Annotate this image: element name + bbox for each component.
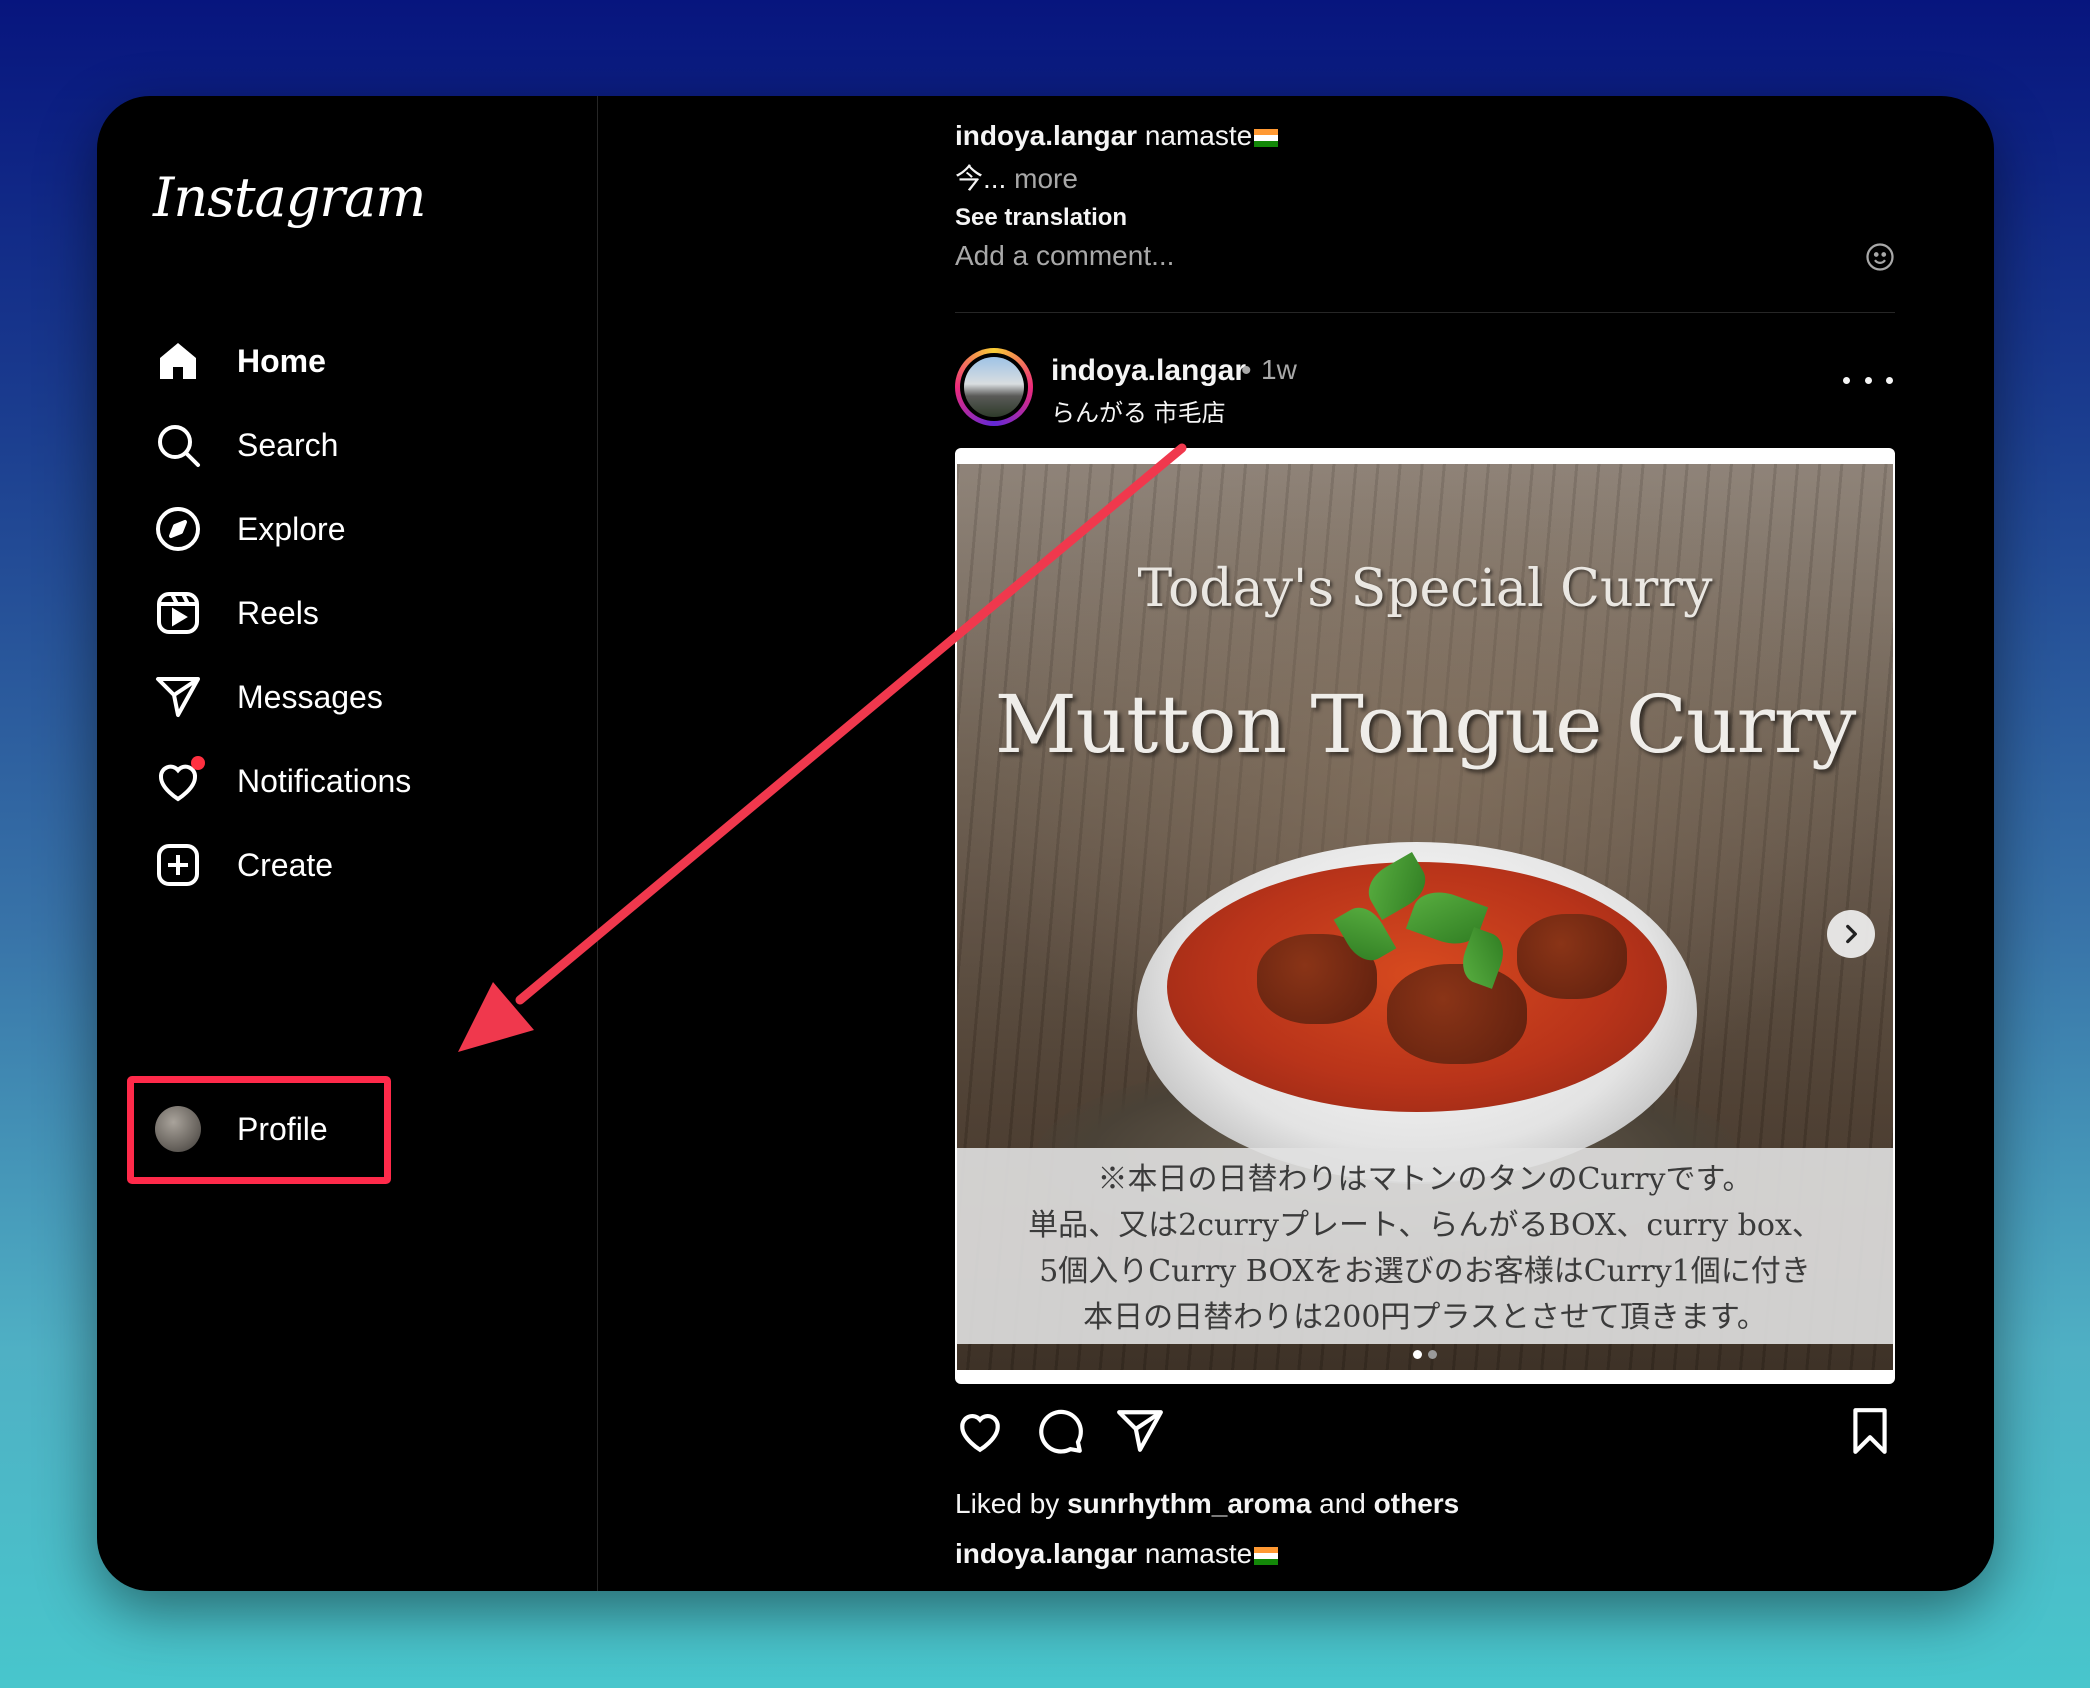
instagram-logo[interactable]: Instagram <box>153 166 426 229</box>
avatar <box>155 1106 201 1152</box>
caption-username[interactable]: indoya.langar <box>955 120 1137 151</box>
plus-square-icon <box>153 840 203 890</box>
liked-prefix: Liked by <box>955 1488 1060 1519</box>
sidebar-item-messages[interactable]: Messages <box>153 662 383 732</box>
caption-text: namaste <box>1144 1538 1253 1569</box>
sidebar-item-create[interactable]: Create <box>153 830 333 900</box>
likes-line: Liked by sunrhythm_aroma and others <box>955 1488 1459 1520</box>
sidebar-item-label: Search <box>237 426 339 463</box>
compass-icon <box>153 504 203 554</box>
post-actions <box>955 1406 1895 1462</box>
post-caption: indoya.langar namaste <box>955 1538 1279 1570</box>
sidebar-item-explore[interactable]: Explore <box>153 494 346 564</box>
chevron-right-icon <box>1846 924 1857 944</box>
carousel-next-button[interactable] <box>1827 910 1875 958</box>
caption-text: namaste <box>1144 120 1253 151</box>
sidebar-item-home[interactable]: Home <box>153 326 326 396</box>
sidebar-item-search[interactable]: Search <box>153 410 338 480</box>
post-time[interactable]: 1w <box>1261 354 1297 386</box>
sidebar-item-label: Profile <box>237 1110 328 1147</box>
post-media-frame: Today's Special Curry Mutton Tongue Curr… <box>955 448 1895 1384</box>
india-flag-icon <box>1254 1546 1279 1565</box>
post-location[interactable]: らんがる 市毛店 <box>1051 393 1226 428</box>
previous-post-caption: indoya.langar namaste <box>955 120 1279 152</box>
paper-plane-icon <box>153 672 203 722</box>
sidebar-item-profile[interactable]: Profile <box>153 1094 328 1164</box>
comment-icon[interactable] <box>1035 1406 1085 1456</box>
sidebar-item-label: Create <box>237 846 334 883</box>
meat-piece <box>1517 914 1627 999</box>
sidebar-item-label: Messages <box>237 678 383 715</box>
india-flag-icon <box>1254 128 1279 147</box>
like-heart-icon[interactable] <box>955 1406 1005 1456</box>
divider <box>955 312 1895 313</box>
carousel-dot-active <box>1413 1350 1422 1359</box>
liked-others[interactable]: others <box>1374 1488 1460 1519</box>
sidebar-item-label: Notifications <box>237 762 412 799</box>
more-options-icon[interactable] <box>1843 368 1893 392</box>
post-username[interactable]: indoya.langar <box>1051 354 1246 388</box>
more-link[interactable]: more <box>1014 163 1078 194</box>
reels-icon <box>153 588 203 638</box>
feed: indoya.langar namaste 今... more See tran… <box>955 96 1895 1591</box>
sidebar-item-notifications[interactable]: Notifications <box>153 746 411 816</box>
bookmark-icon[interactable] <box>1845 1406 1895 1456</box>
sidebar-item-reels[interactable]: Reels <box>153 578 319 648</box>
jp-text-line: 本日の日替わりは200円プラスとさせて頂きます。 <box>1083 1300 1767 1335</box>
liked-and: and <box>1319 1488 1366 1519</box>
jp-text-line: 単品、又は2curryプレート、らんがるBOX、curry box、 <box>1028 1208 1822 1243</box>
liked-user[interactable]: sunrhythm_aroma <box>1067 1488 1311 1519</box>
post-image[interactable]: Today's Special Curry Mutton Tongue Curr… <box>957 464 1893 1370</box>
carousel-dot <box>1428 1350 1437 1359</box>
search-icon <box>153 420 203 470</box>
home-icon <box>153 336 203 386</box>
meat-piece <box>1387 964 1527 1064</box>
see-translation-link[interactable]: See translation <box>955 204 1127 232</box>
japanese-text-band: ※本日の日替わりはマトンのタンのCurryです。 単品、又は2curryプレート… <box>957 1148 1893 1344</box>
sidebar-item-label: Reels <box>237 594 319 631</box>
separator-dot: • <box>1241 354 1252 387</box>
instagram-window: Instagram Home Search Explore Reels Mess… <box>97 96 1994 1591</box>
caption-more-line: 今... more <box>955 157 1078 197</box>
caption-line2: 今... <box>955 163 1007 194</box>
sidebar: Instagram Home Search Explore Reels Mess… <box>97 96 598 1591</box>
caption-username[interactable]: indoya.langar <box>955 1538 1137 1569</box>
heart-icon <box>153 756 205 806</box>
sidebar-item-label: Home <box>237 342 326 379</box>
image-title-small: Today's Special Curry <box>1137 559 1713 619</box>
add-comment-input[interactable]: Add a comment... <box>955 240 1174 272</box>
jp-text-line: ※本日の日替わりはマトンのタンのCurryです。 <box>1097 1162 1753 1197</box>
notification-dot <box>191 756 205 770</box>
sidebar-item-label: Explore <box>237 510 346 547</box>
carousel-indicator <box>957 1350 1893 1359</box>
profile-avatar <box>153 1104 203 1154</box>
story-ring-avatar[interactable] <box>955 348 1033 426</box>
emoji-icon[interactable] <box>1865 242 1895 272</box>
jp-text-line: 5個入りCurry BOXをお選びのお客様はCurry1個に付き <box>1039 1254 1811 1289</box>
post-header: indoya.langar • 1w らんがる 市毛店 <box>955 348 1895 428</box>
image-title-large: Mutton Tongue Curry <box>994 678 1857 771</box>
avatar <box>964 357 1024 417</box>
share-icon[interactable] <box>1115 1406 1165 1456</box>
